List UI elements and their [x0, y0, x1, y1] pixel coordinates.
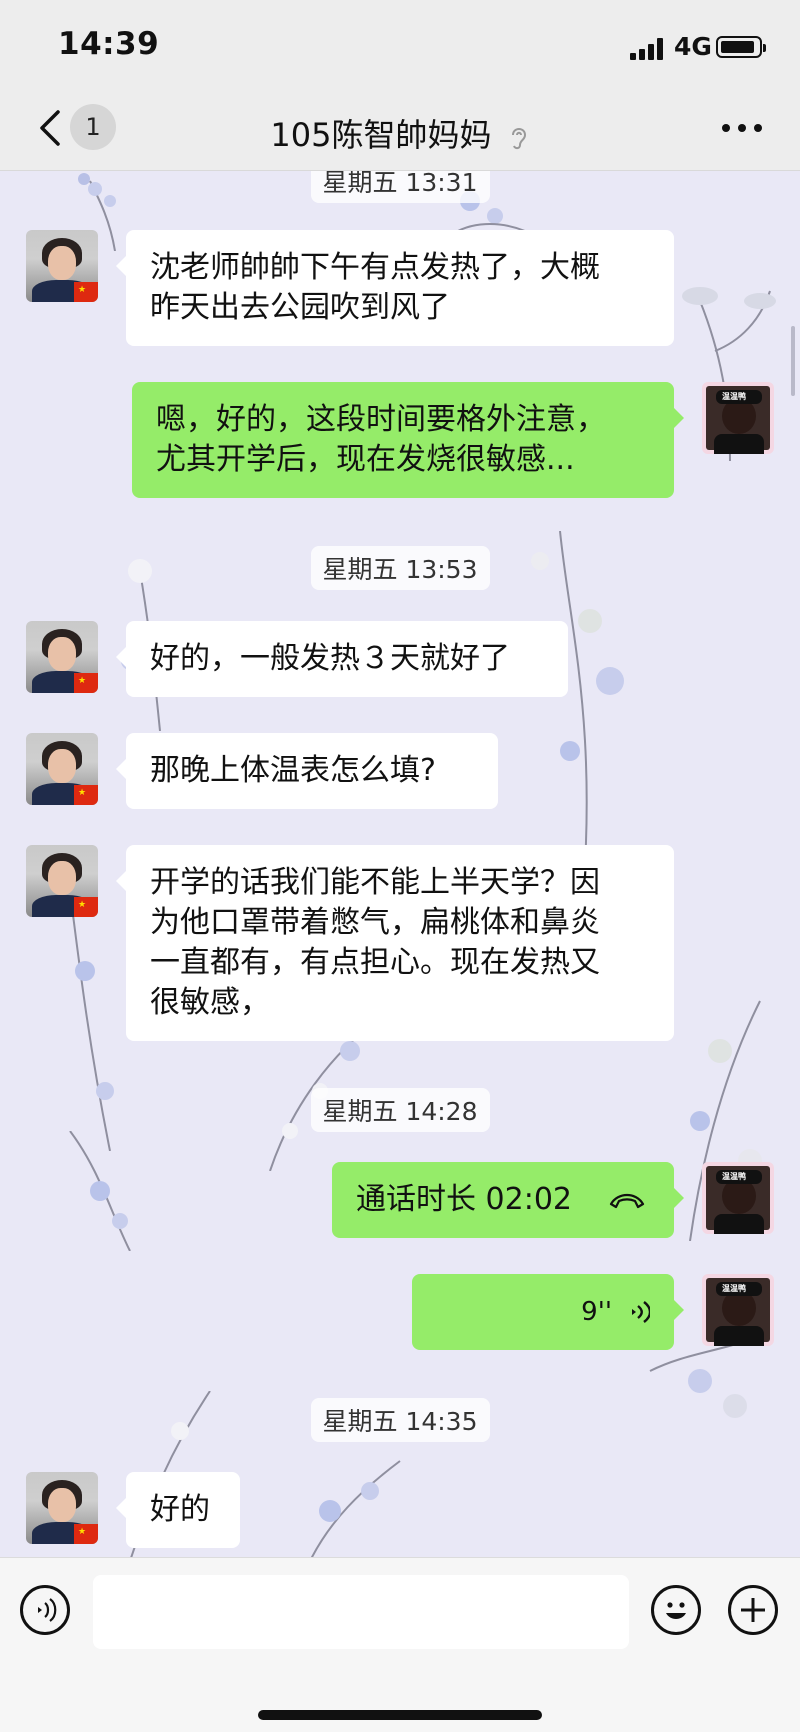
chat-title-wrap: 105陈智帥妈妈: [0, 110, 800, 156]
contact-avatar[interactable]: ★: [26, 230, 98, 302]
outgoing-message-bubble[interactable]: 嗯，好的，这段时间要格外注意， 尤其开学后，现在发烧很敏感...: [132, 382, 684, 498]
incoming-message-bubble[interactable]: 沈老师帥帥下午有点发热了，大概 昨天出去公园吹到风了: [116, 230, 674, 346]
call-duration-text: 通话时长 02:02: [356, 1182, 572, 1217]
contact-avatar[interactable]: ★: [26, 733, 98, 805]
status-bar: 14:39 4G: [0, 0, 800, 90]
incoming-message-bubble[interactable]: 好的，一般发热３天就好了: [116, 621, 568, 697]
message-line: 昨天出去公园吹到风了: [150, 290, 450, 325]
incoming-message-bubble[interactable]: 好的: [116, 1472, 240, 1548]
call-record-bubble[interactable]: 通话时长 02:02: [332, 1162, 684, 1238]
timestamp: 星期五 14:35: [0, 1398, 800, 1442]
incoming-message-bubble[interactable]: 开学的话我们能不能上半天学？因 为他口罩带着憋气，扁桃体和鼻炎 一直都有，有点担…: [116, 845, 674, 1041]
emoji-icon[interactable]: [651, 1585, 701, 1635]
voice-duration-text: 9'': [581, 1297, 612, 1327]
more-dots-icon[interactable]: [722, 124, 762, 134]
contact-avatar[interactable]: ★: [26, 621, 98, 693]
chat-message-list[interactable]: 星期五 13:31 ★ 沈老师帥帥下午有点发热了，大概 昨天出去公园吹到风了 温…: [0, 171, 800, 1557]
message-line: 好的: [150, 1492, 210, 1527]
voice-message-bubble[interactable]: 9'': [412, 1274, 684, 1350]
contact-avatar[interactable]: ★: [26, 1472, 98, 1544]
my-avatar[interactable]: 温温鸭: [702, 1274, 774, 1346]
status-time: 14:39: [58, 26, 160, 62]
incoming-message-bubble[interactable]: 那晚上体温表怎么填?: [116, 733, 498, 809]
message-line: 嗯，好的，这段时间要格外注意，: [156, 402, 606, 437]
flower-decoration-icon: [69, 1131, 131, 1251]
voice-input-icon[interactable]: [20, 1585, 70, 1635]
signal-icon: [630, 38, 668, 60]
chat-header: 1 105陈智帥妈妈: [0, 90, 800, 171]
flower-decoration-icon: [310, 1460, 401, 1557]
timestamp: 星期五 13:53: [0, 546, 800, 590]
network-type: 4G: [674, 32, 712, 61]
plus-icon[interactable]: [728, 1585, 778, 1635]
earpiece-icon: [511, 128, 526, 150]
timestamp: 星期五 13:31: [0, 171, 800, 203]
phone-hangup-icon: [609, 1193, 645, 1209]
message-line: 开学的话我们能不能上半天学？因: [150, 865, 600, 900]
message-line: 为他口罩带着憋气，扁桃体和鼻炎: [150, 905, 600, 940]
scrollbar[interactable]: [791, 326, 795, 396]
battery-icon: [716, 36, 766, 58]
chat-title: 105陈智帥妈妈: [270, 116, 492, 154]
my-avatar[interactable]: 温温鸭: [702, 382, 774, 454]
message-line: 好的，一般发热３天就好了: [150, 641, 510, 676]
message-line: 沈老师帥帥下午有点发热了，大概: [150, 250, 600, 285]
message-input[interactable]: [93, 1575, 629, 1649]
contact-avatar[interactable]: ★: [26, 845, 98, 917]
input-bar: [0, 1557, 800, 1732]
message-line: 尤其开学后，现在发烧很敏感...: [156, 442, 575, 477]
message-line: 很敏感，: [150, 985, 270, 1020]
my-avatar[interactable]: 温温鸭: [702, 1162, 774, 1234]
message-line: 一直都有，有点担心。现在发热又: [150, 945, 600, 980]
message-line: 那晚上体温表怎么填?: [150, 753, 436, 788]
timestamp: 星期五 14:28: [0, 1088, 800, 1132]
voice-waves-icon: [632, 1301, 650, 1323]
home-indicator: [258, 1710, 542, 1720]
